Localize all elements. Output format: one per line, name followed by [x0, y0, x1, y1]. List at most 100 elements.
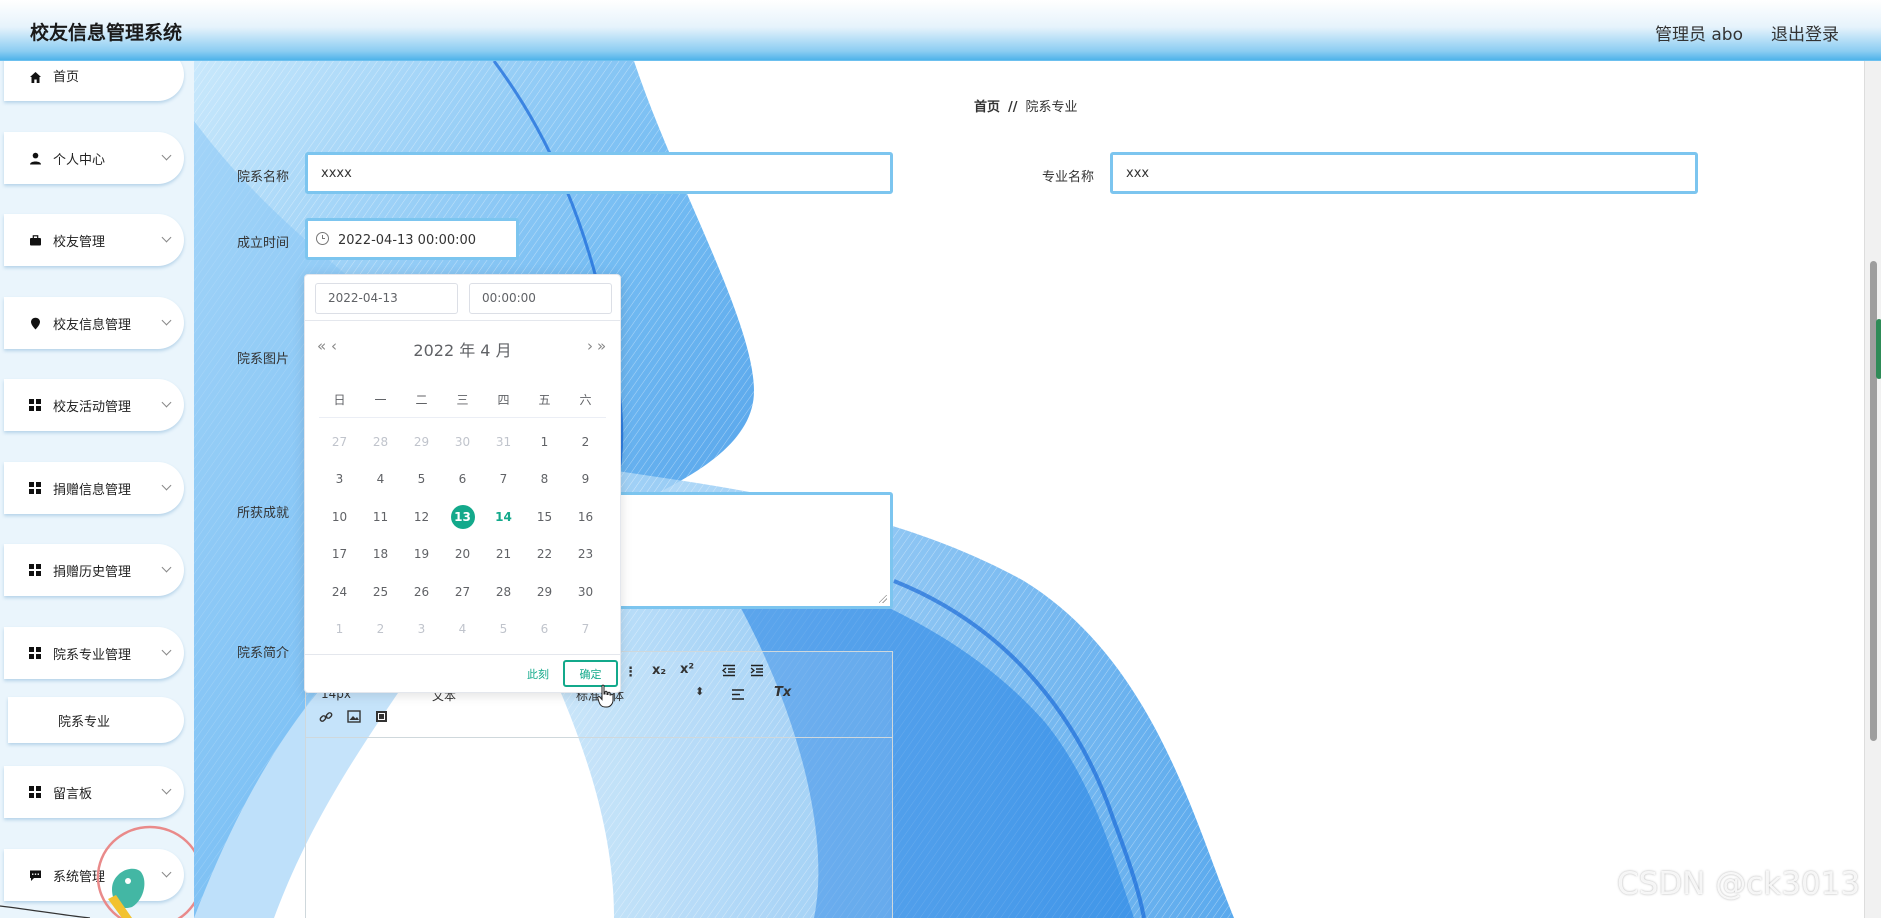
day-cell[interactable]: 27 — [442, 573, 483, 611]
sidebar-item-dept-major-management[interactable]: 院系专业管理 — [4, 627, 184, 679]
current-user: 管理员 abo — [1654, 25, 1743, 45]
weekday-label: 三 — [456, 393, 469, 407]
home-icon — [28, 70, 42, 84]
day-cell[interactable]: 30 — [565, 573, 606, 611]
founded-time-label: 成立时间 — [237, 236, 290, 251]
month-title: 2022 年 4 月 — [413, 341, 512, 360]
day-cell[interactable]: 2 — [565, 423, 606, 461]
day-cell[interactable]: 31 — [483, 423, 524, 461]
day-cell[interactable]: 9 — [565, 461, 606, 499]
dept-name-input[interactable] — [305, 152, 893, 194]
day-cell[interactable]: 4 — [442, 611, 483, 649]
day-cell[interactable]: 10 — [319, 498, 360, 536]
day-cell[interactable]: 3 — [401, 611, 442, 649]
day-cell[interactable]: 6 — [524, 611, 565, 649]
chevron-down-icon — [161, 784, 172, 795]
chevron-down-icon — [161, 150, 172, 161]
grid-icon — [28, 563, 42, 577]
sidebar-item-personal-center[interactable]: 个人中心 — [4, 132, 184, 184]
video-icon[interactable] — [375, 710, 389, 724]
sidebar-item-alumni-activities[interactable]: 校友活动管理 — [4, 379, 184, 431]
resize-handle[interactable] — [879, 595, 887, 603]
sidebar-item-alumni-info[interactable]: 校友信息管理 — [4, 297, 184, 349]
sidebar-item-donation-info[interactable]: 捐赠信息管理 — [4, 462, 184, 514]
day-cell[interactable]: 23 — [565, 536, 606, 574]
picker-date-input[interactable]: 2022-04-13 — [315, 283, 458, 314]
day-cell[interactable]: 2 — [360, 611, 401, 649]
day-cell-selected[interactable]: 13 — [442, 498, 483, 536]
sidebar-item-home[interactable]: 首页 — [4, 61, 184, 101]
subscript-icon[interactable]: x₂ — [652, 663, 666, 678]
indent-icon[interactable] — [750, 664, 764, 678]
founded-time-input[interactable]: 2022-04-13 00:00:00 — [305, 218, 519, 260]
selected-day-marker: 13 — [450, 504, 475, 529]
day-cell[interactable]: 29 — [524, 573, 565, 611]
clear-format-icon[interactable]: Tx — [774, 685, 791, 700]
day-cell[interactable]: 30 — [442, 423, 483, 461]
more-options-icon[interactable]: ⋮ — [624, 665, 637, 680]
day-cell[interactable]: 24 — [319, 573, 360, 611]
day-cell[interactable]: 7 — [565, 611, 606, 649]
weekday-header: 日 一 二 三 四 五 六 — [319, 388, 606, 418]
briefcase-icon — [28, 233, 42, 247]
link-icon[interactable] — [319, 710, 333, 724]
day-cell[interactable]: 21 — [483, 536, 524, 574]
sidebar: 首页 个人中心 校友管理 校友信息管理 校友活动管理 捐赠信息管理 捐赠历史管理… — [0, 61, 194, 918]
day-cell[interactable]: 5 — [401, 461, 442, 499]
day-cell[interactable]: 22 — [524, 536, 565, 574]
day-cell[interactable]: 5 — [483, 611, 524, 649]
weekday-label: 四 — [497, 393, 510, 407]
picker-time-input[interactable]: 00:00:00 — [469, 283, 612, 314]
next-year-icon[interactable]: » — [597, 337, 606, 355]
sidebar-subitem-dept-major[interactable]: 院系专业 — [8, 697, 184, 743]
superscript-icon[interactable]: x² — [680, 662, 694, 677]
day-cell[interactable]: 16 — [565, 498, 606, 536]
day-cell[interactable]: 25 — [360, 573, 401, 611]
sidebar-item-message-board[interactable]: 留言板 — [4, 766, 184, 818]
major-name-input[interactable] — [1110, 152, 1698, 194]
breadcrumb-home[interactable]: 首页 — [974, 100, 1000, 115]
confirm-button[interactable]: 确定 — [563, 660, 618, 687]
page-scrollbar[interactable] — [1864, 61, 1881, 918]
day-grid: 27 28 29 30 31 1 2 3 4 5 6 7 8 9 10 11 1… — [319, 423, 606, 648]
day-cell[interactable]: 29 — [401, 423, 442, 461]
day-cell[interactable]: 27 — [319, 423, 360, 461]
picker-footer: 此刻 确定 — [305, 654, 620, 692]
day-cell[interactable]: 4 — [360, 461, 401, 499]
day-cell[interactable]: 6 — [442, 461, 483, 499]
outdent-icon[interactable] — [721, 664, 736, 678]
logout-link[interactable]: 退出登录 — [1771, 20, 1839, 45]
day-cell[interactable]: 15 — [524, 498, 565, 536]
hand-cursor-icon — [597, 684, 614, 708]
next-month-icon[interactable]: › — [587, 337, 593, 355]
day-cell-today[interactable]: 14 — [483, 498, 524, 536]
sidebar-item-alumni-management[interactable]: 校友管理 — [4, 214, 184, 266]
watermark: CSDN @ck3013 — [1617, 866, 1861, 902]
day-cell[interactable]: 19 — [401, 536, 442, 574]
day-cell[interactable]: 1 — [524, 423, 565, 461]
day-cell[interactable]: 11 — [360, 498, 401, 536]
align-icon[interactable] — [731, 688, 745, 702]
day-cell[interactable]: 20 — [442, 536, 483, 574]
image-icon[interactable] — [347, 710, 361, 724]
day-cell[interactable]: 17 — [319, 536, 360, 574]
day-cell[interactable]: 8 — [524, 461, 565, 499]
day-cell[interactable]: 3 — [319, 461, 360, 499]
day-cell[interactable]: 1 — [319, 611, 360, 649]
day-cell[interactable]: 28 — [360, 423, 401, 461]
day-cell[interactable]: 26 — [401, 573, 442, 611]
sidebar-item-donation-history[interactable]: 捐赠历史管理 — [4, 544, 184, 596]
founded-time-value: 2022-04-13 00:00:00 — [338, 233, 477, 248]
breadcrumb-current: 院系专业 — [1025, 100, 1078, 115]
now-button[interactable]: 此刻 — [527, 666, 549, 682]
dept-name-label: 院系名称 — [237, 170, 290, 185]
sidebar-item-label: 留言板 — [53, 786, 93, 802]
achievements-textarea[interactable] — [590, 492, 893, 609]
select-arrows-icon[interactable]: ⬍ — [695, 685, 704, 698]
day-cell[interactable]: 12 — [401, 498, 442, 536]
day-cell[interactable]: 28 — [483, 573, 524, 611]
day-cell[interactable]: 18 — [360, 536, 401, 574]
sidebar-item-label: 个人中心 — [53, 152, 106, 168]
day-cell[interactable]: 7 — [483, 461, 524, 499]
weekday-label: 二 — [415, 393, 428, 407]
